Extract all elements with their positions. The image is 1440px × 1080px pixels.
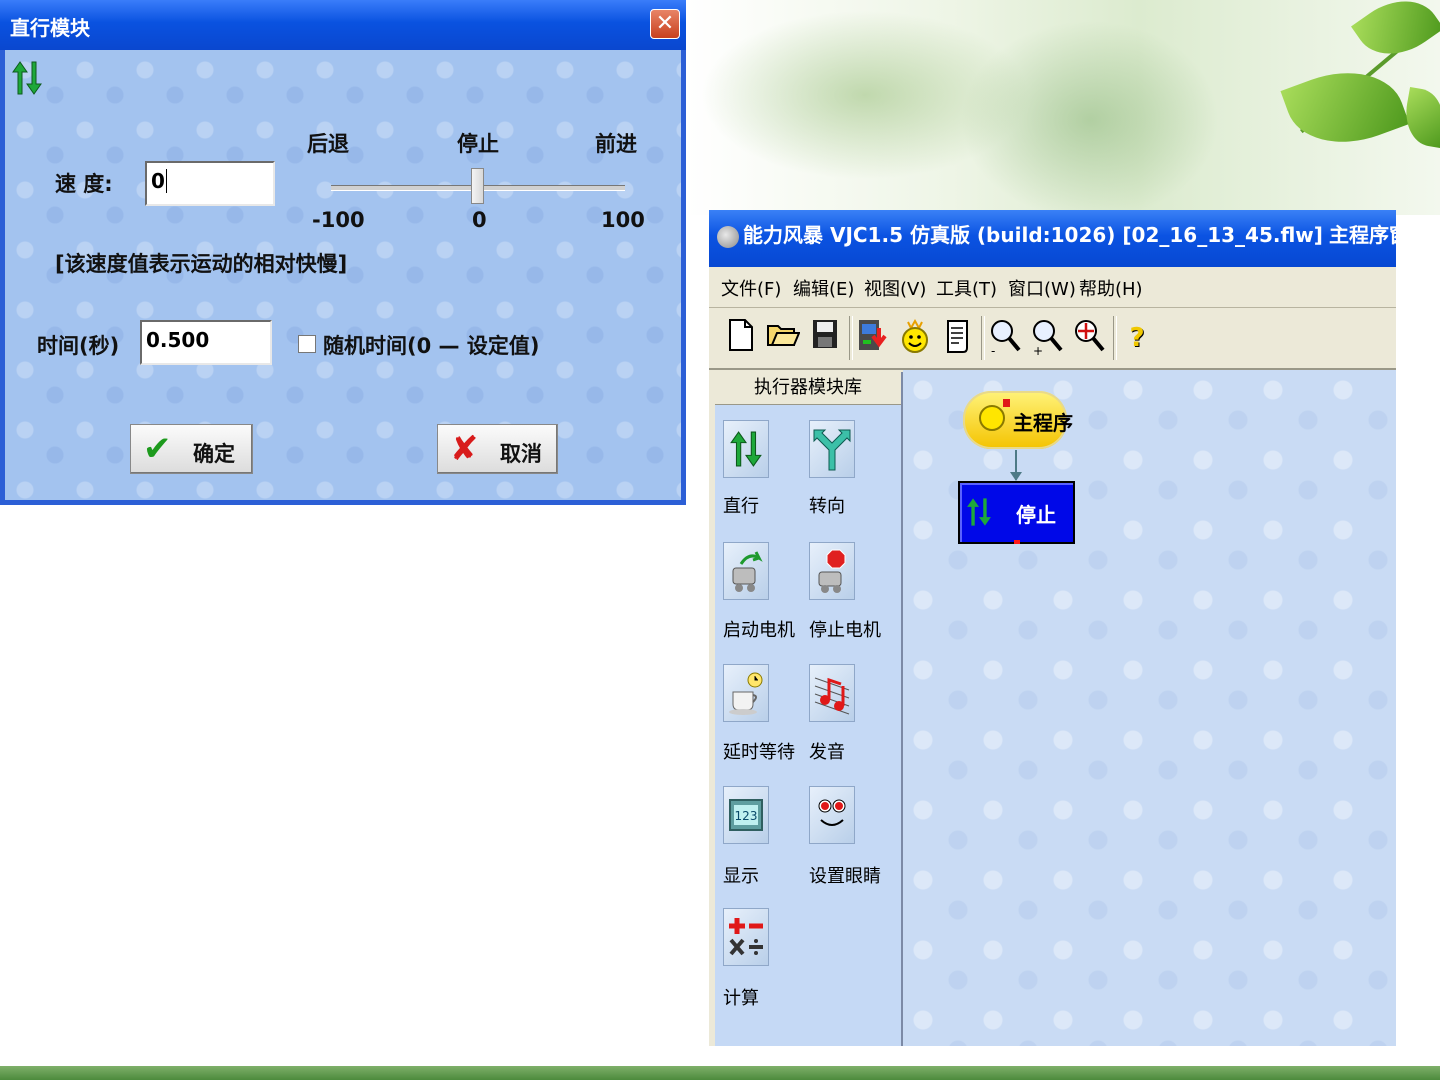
zoom-in-icon[interactable]: + [1029,318,1065,358]
menu-help[interactable]: 帮助(H) [1079,275,1143,301]
slider-label-back: 后退 [307,132,349,156]
menu-window[interactable]: 窗口(W) [1008,275,1076,301]
dialog-title: 直行模块 [10,16,90,40]
time-input[interactable]: 0.500 [140,320,272,365]
lcd-display-icon: 123 [729,799,763,831]
random-time-checkbox[interactable] [298,335,316,353]
slider-label-stop: 停止 [457,132,499,156]
palette-item-set-eyes[interactable] [809,786,855,844]
straight-module-dialog: 直行模块 ✕ 后退 停止 前进 速 度: 0 -100 0 100 [该速度值表… [0,0,686,505]
menu-file[interactable]: 文件(F) [721,275,781,301]
zoom-fit-icon[interactable] [1071,318,1107,358]
menubar: 文件(F) 编辑(E) 视图(V) 工具(T) 窗口(W) 帮助(H) [709,267,1396,308]
random-time-label: 随机时间(0 — 设定值) [323,334,540,358]
app-title: 能力风暴 VJC1.5 仿真版 (build:1026) [02_16_13_4… [743,223,1323,247]
palette-label: 设置眼睛 [809,866,881,887]
speed-hint: [该速度值表示运动的相对快慢] [55,252,348,276]
checkmark-icon: ✔ [143,429,172,469]
main-program-node[interactable]: 主程序 [963,391,1073,449]
turn-arrow-icon [813,429,851,471]
new-file-icon[interactable] [723,318,759,358]
ok-button[interactable]: ✔ 确定 [130,424,253,474]
palette-label: 启动电机 [723,620,795,641]
cancel-button[interactable]: ✘ 取消 [437,424,558,474]
palette-label: 转向 [809,496,845,517]
dialog-titlebar[interactable]: 直行模块 ✕ [0,0,686,50]
menu-view[interactable]: 视图(V) [864,275,926,301]
menu-tools[interactable]: 工具(T) [936,275,997,301]
vjc-app-window: 能力风暴 VJC1.5 仿真版 (build:1026) [02_16_13_4… [709,210,1409,1046]
stop-motor-icon [818,549,846,593]
dialog-body: 后退 停止 前进 速 度: 0 -100 0 100 [该速度值表示运动的相对快… [5,50,681,500]
palette-item-display[interactable]: 123 [723,786,769,844]
palette-label: 停止电机 [809,620,881,641]
close-icon: ✕ [655,11,675,36]
help-icon[interactable]: ? [1119,318,1155,358]
eyes-icon [818,799,846,826]
node-connector-dot [1014,540,1020,544]
background-blur [960,20,1220,220]
palette-item-start-motor[interactable] [723,542,769,600]
toolbar-separator [1113,316,1117,360]
palette-item-sound[interactable] [809,664,855,722]
speed-slider-thumb[interactable] [471,168,484,204]
slider-label-forward: 前进 [595,132,637,156]
zoom-out-icon[interactable]: - [987,318,1023,358]
app-titlebar[interactable]: 能力风暴 VJC1.5 仿真版 (build:1026) [02_16_13_4… [709,210,1409,267]
svg-text:-: - [991,344,995,356]
palette-label: 直行 [723,496,759,517]
coffee-clock-icon [729,672,763,715]
calculator-icon [729,918,763,956]
toolbar-separator [849,316,853,360]
robot-smiley-icon[interactable] [897,318,933,358]
menu-edit[interactable]: 编辑(E) [793,275,854,301]
up-down-arrows-icon [10,58,44,98]
slider-mid-label: 0 [472,208,487,232]
flag-icon [1003,399,1010,407]
palette-label: 计算 [723,988,759,1009]
start-motor-icon [732,551,763,592]
up-down-arrows-icon [730,431,762,467]
palette-label: 显示 [723,866,759,887]
music-notes-icon [814,677,850,715]
palette-item-delay[interactable] [723,664,769,722]
palette-header: 执行器模块库 [715,372,901,405]
palette-label: 发音 [809,742,845,763]
download-icon[interactable] [855,318,891,358]
actuator-palette: 执行器模块库 直行 转向 启动电机 停止电机 延时等待 发音 123 显示 设置… [715,372,903,1046]
palette-item-turn[interactable] [809,420,855,478]
palette-item-stop-motor[interactable] [809,542,855,600]
slider-min-label: -100 [312,208,365,232]
slider-max-label: 100 [601,208,645,232]
speed-label: 速 度: [55,172,113,196]
toolbar-separator [981,316,985,360]
app-logo-icon [717,226,739,248]
speed-input[interactable]: 0 [145,161,275,206]
svg-text:+: + [1033,344,1043,356]
robot-smiley-icon [979,405,1005,431]
save-icon[interactable] [807,318,843,358]
palette-item-calculate[interactable] [723,908,769,966]
palette-item-straight[interactable] [723,420,769,478]
open-folder-icon[interactable] [765,318,801,358]
flow-canvas[interactable]: 主程序 停止 [903,370,1396,1046]
stop-node[interactable]: 停止 [958,481,1075,544]
svg-text:123: 123 [735,809,758,823]
close-button[interactable]: ✕ [650,9,680,39]
window-title-right: 主程序窗 [1329,223,1409,247]
flow-arrow-head [1010,472,1022,481]
time-label: 时间(秒) [37,334,120,358]
slide-bottom-bar [0,1066,1440,1080]
palette-label: 延时等待 [723,742,795,763]
cancel-x-icon: ✘ [450,429,479,469]
up-down-arrows-icon [967,498,991,526]
script-icon[interactable] [939,318,975,358]
toolbar: - + ? [709,308,1396,370]
